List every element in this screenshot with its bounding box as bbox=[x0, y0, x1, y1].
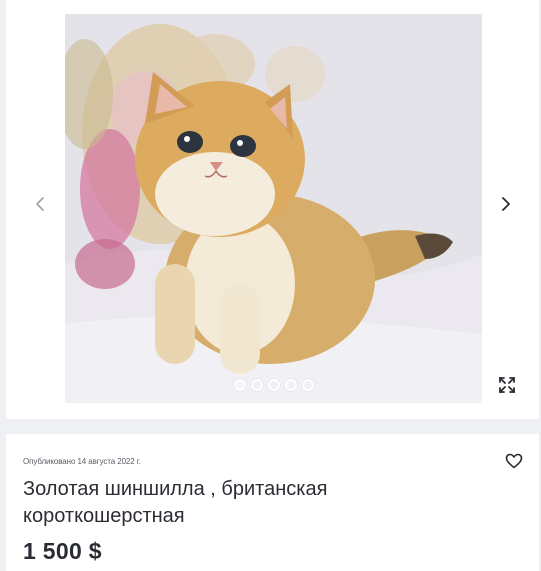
listing-info: Опубликовано 14 августа 2022 г. Золотая … bbox=[6, 434, 539, 571]
prev-photo-button[interactable] bbox=[27, 191, 53, 217]
photo-dot[interactable] bbox=[285, 379, 297, 391]
photo-dot[interactable] bbox=[251, 379, 263, 391]
next-photo-button[interactable] bbox=[493, 191, 519, 217]
chevron-left-icon bbox=[36, 197, 44, 211]
fullscreen-button[interactable] bbox=[496, 374, 518, 396]
listing-photo[interactable] bbox=[65, 14, 482, 403]
listing-price: 1 500 $ bbox=[23, 538, 102, 564]
listing-title: Золотая шиншилла , британская короткошер… bbox=[23, 478, 328, 527]
published-date: Опубликовано 14 августа 2022 г. bbox=[23, 457, 141, 466]
kitten-image bbox=[65, 14, 482, 403]
photo-pagination bbox=[234, 378, 314, 392]
favorite-button[interactable] bbox=[504, 451, 524, 471]
heart-icon bbox=[505, 453, 523, 469]
photo-dot[interactable] bbox=[234, 379, 246, 391]
photo-dot[interactable] bbox=[302, 379, 314, 391]
photo-dot[interactable] bbox=[268, 379, 280, 391]
photo-gallery bbox=[6, 0, 539, 419]
expand-icon bbox=[499, 377, 515, 393]
chevron-right-icon bbox=[502, 197, 510, 211]
